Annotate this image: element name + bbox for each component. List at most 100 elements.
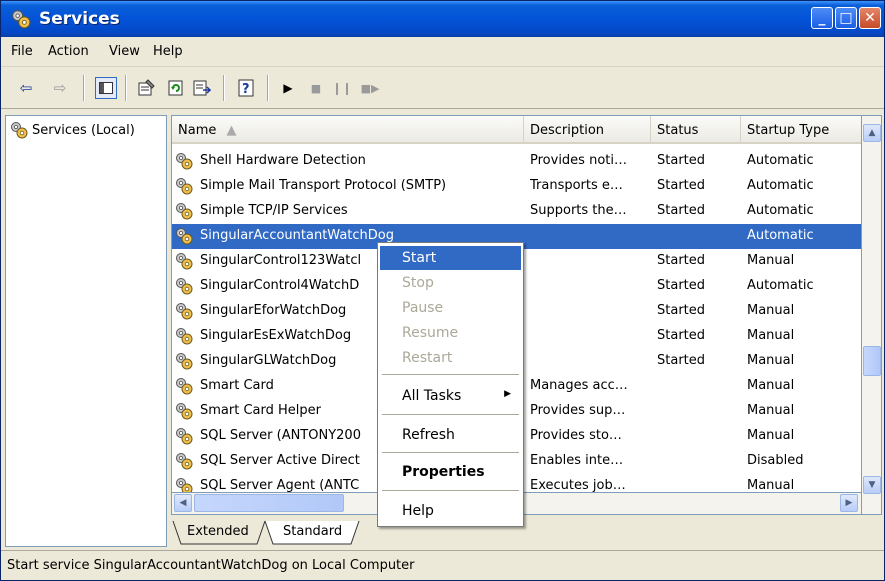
column-header-label: Description — [530, 123, 605, 138]
cell-status: Started — [657, 203, 706, 218]
title-bar[interactable]: Services _ □ ✕ — [1, 1, 884, 37]
scroll-right-button[interactable]: ▶ — [840, 494, 858, 512]
restart-icon[interactable]: ■▶ — [359, 77, 381, 99]
vertical-scroll-thumb[interactable] — [863, 346, 881, 376]
context-menu: Start Stop Pause Resume Restart All Task… — [377, 242, 524, 527]
cell-description: Supports the… — [530, 203, 627, 218]
cell-status: Started — [657, 303, 706, 318]
cell-description: Provides sto… — [530, 428, 622, 443]
cell-startup: Manual — [747, 328, 795, 343]
cell-startup: Manual — [747, 428, 795, 443]
menu-item-restart[interactable]: Restart — [380, 346, 521, 370]
service-row[interactable]: Simple TCP/IP Services Supports the… Start… — [172, 199, 861, 224]
help-icon[interactable]: ? — [235, 77, 257, 99]
service-row[interactable]: Shell Hardware Detection Provides noti… St… — [172, 149, 861, 174]
close-button[interactable]: ✕ — [859, 7, 881, 29]
menu-separator — [382, 490, 519, 491]
submenu-arrow-icon: ▶ — [504, 389, 511, 399]
vertical-scrollbar[interactable]: ▲ ▼ — [862, 115, 882, 515]
column-header-label: Status — [657, 123, 699, 138]
toolbar-separator — [83, 75, 85, 101]
play-icon[interactable]: ▶ — [277, 77, 299, 99]
menu-item-refresh[interactable]: Refresh — [380, 423, 521, 447]
tab-extended[interactable]: Extended — [175, 519, 249, 545]
tree-item-services-local[interactable]: Services (Local) — [10, 121, 135, 139]
cell-description: Transports e… — [530, 178, 623, 193]
cell-startup: Manual — [747, 403, 795, 418]
cell-status: Started — [657, 178, 706, 193]
forward-arrow-icon[interactable]: ⇨ — [49, 77, 71, 99]
service-gear-icon — [175, 352, 193, 370]
properties-icon[interactable] — [135, 77, 157, 99]
tree-item-label: Services (Local) — [32, 122, 135, 138]
column-header-startup-type[interactable]: Startup Type — [741, 116, 861, 144]
menu-action[interactable]: Action — [48, 44, 89, 59]
menu-file[interactable]: File — [11, 44, 33, 59]
menu-item-start[interactable]: Start — [380, 246, 521, 270]
menu-item-pause[interactable]: Pause — [380, 296, 521, 320]
svg-text:?: ? — [242, 82, 250, 97]
menu-bar: File Action View Help — [1, 37, 884, 67]
cell-status: Started — [657, 328, 706, 343]
cell-description: Executes job… — [530, 478, 626, 493]
menu-item-resume[interactable]: Resume — [380, 321, 521, 345]
menu-item-properties[interactable]: Properties — [380, 460, 521, 484]
cell-description: Enables inte… — [530, 453, 624, 468]
cell-status: Started — [657, 353, 706, 368]
services-app-icon — [11, 9, 31, 29]
tab-standard[interactable]: Standard — [271, 519, 342, 545]
cell-description: Manages acc… — [530, 378, 628, 393]
cell-name: Simple Mail Transport Protocol (SMTP) — [200, 178, 447, 193]
cell-startup: Disabled — [747, 453, 804, 468]
cell-description: Provides sup… — [530, 403, 626, 418]
status-bar: Start service SingularAccountantWatchDog… — [1, 550, 884, 580]
back-arrow-icon[interactable]: ⇦ — [15, 77, 37, 99]
status-text: Start service SingularAccountantWatchDog… — [7, 558, 415, 573]
menu-view[interactable]: View — [109, 44, 140, 59]
cell-startup: Automatic — [747, 278, 814, 293]
services-gear-icon — [10, 121, 28, 139]
minimize-button[interactable]: _ — [811, 7, 833, 29]
menu-item-all-tasks[interactable]: All Tasks ▶ — [380, 384, 521, 408]
service-row[interactable]: Simple Mail Transport Protocol (SMTP) Tra… — [172, 174, 861, 199]
export-list-icon[interactable] — [191, 77, 213, 99]
menu-separator — [382, 374, 519, 375]
scroll-right-icon: ▶ — [845, 498, 853, 508]
scroll-left-button[interactable]: ◀ — [174, 494, 192, 512]
stop-icon[interactable]: ■ — [305, 77, 327, 99]
pause-icon[interactable]: ❙❙ — [331, 77, 353, 99]
sort-arrow-icon: ▲ — [226, 123, 237, 138]
maximize-icon: □ — [839, 10, 853, 26]
column-header-label: Startup Type — [747, 123, 830, 138]
service-gear-icon — [175, 377, 193, 395]
console-tree: Services (Local) — [5, 115, 167, 547]
cell-description: Provides noti… — [530, 153, 627, 168]
service-gear-icon — [175, 202, 193, 220]
cell-status: Started — [657, 153, 706, 168]
column-header-name[interactable]: Name ▲ — [172, 116, 524, 144]
horizontal-scroll-thumb[interactable] — [194, 494, 344, 512]
scroll-down-button[interactable]: ▼ — [863, 476, 881, 494]
menu-item-stop[interactable]: Stop — [380, 271, 521, 295]
service-gear-icon — [175, 177, 193, 195]
scroll-up-button[interactable]: ▲ — [863, 124, 881, 142]
refresh-icon[interactable] — [165, 77, 187, 99]
cell-startup: Automatic — [747, 153, 814, 168]
menu-help[interactable]: Help — [153, 44, 183, 59]
close-icon: ✕ — [864, 10, 876, 26]
cell-startup: Manual — [747, 353, 795, 368]
service-gear-icon — [175, 302, 193, 320]
show-hide-tree-icon[interactable] — [95, 77, 117, 99]
maximize-button[interactable]: □ — [835, 7, 857, 29]
cell-name: Simple TCP/IP Services — [200, 203, 348, 218]
menu-item-help[interactable]: Help — [380, 499, 521, 523]
cell-startup: Manual — [747, 378, 795, 393]
service-gear-icon — [175, 427, 193, 445]
service-gear-icon — [175, 277, 193, 295]
cell-name: Shell Hardware Detection — [200, 153, 366, 168]
services-window: Services _ □ ✕ File Action View Help ⇦ ⇨… — [0, 0, 885, 581]
toolbar-separator — [223, 75, 225, 101]
scroll-left-icon: ◀ — [179, 498, 187, 508]
column-header-description[interactable]: Description — [524, 116, 651, 144]
column-header-status[interactable]: Status — [651, 116, 741, 144]
